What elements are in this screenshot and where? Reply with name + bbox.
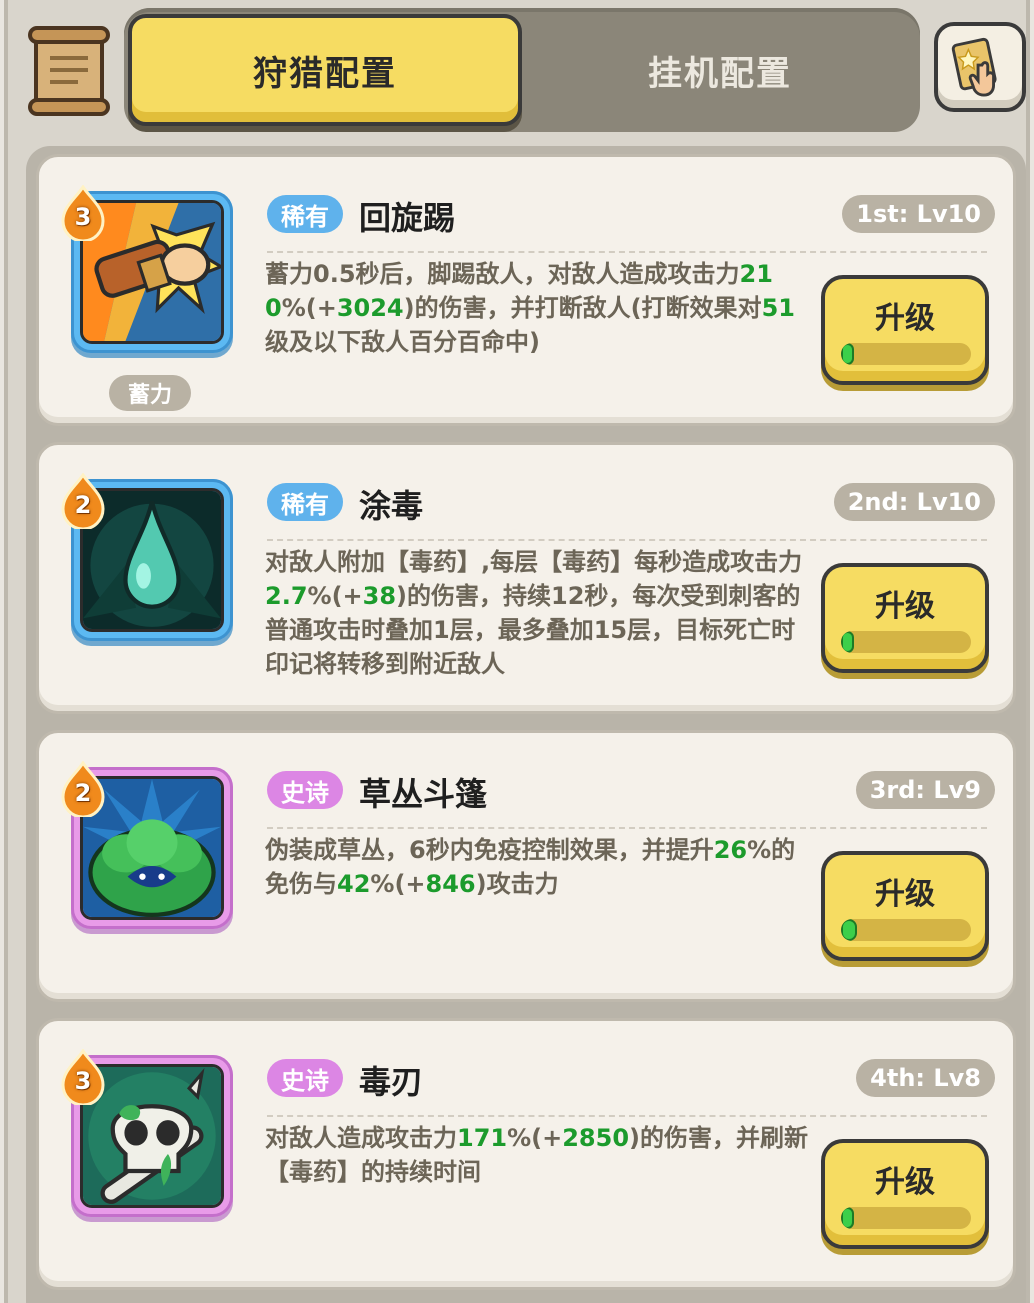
highlight-value: 26	[713, 836, 748, 864]
highlight-value: 2.7	[265, 582, 308, 610]
desc-text: %(+	[307, 582, 363, 610]
skill-description: 对敌人附加【毒药】,每层【毒药】每秒造成攻击力2.7%(+38)的伤害，持续12…	[265, 545, 813, 681]
skill-description: 蓄力0.5秒后，脚踢敌人，对敌人造成攻击力210%(+3024)的伤害，并打断敌…	[265, 257, 813, 359]
upgrade-button[interactable]: 升级	[821, 275, 989, 385]
skill-name: 毒刃	[359, 1063, 424, 1101]
highlight-value: 846	[425, 870, 476, 898]
scroll-icon[interactable]	[26, 24, 112, 118]
progress-fill	[841, 919, 857, 941]
desc-text: 蓄力0.5秒后，脚踢敌人，对敌人造成攻击力	[265, 260, 740, 288]
tab-hunt-config[interactable]: 狩猎配置	[128, 14, 522, 126]
desc-text: )攻击力	[475, 870, 559, 898]
highlight-value: 42	[337, 870, 371, 898]
skill-name: 草丛斗篷	[359, 775, 488, 813]
skill-card: 3 史诗 毒刃 4th: Lv8 对敌人造成攻击力171%(+2850)的伤害，…	[36, 1018, 1016, 1290]
guide-button[interactable]	[934, 22, 1026, 112]
cost-value: 2	[74, 491, 92, 519]
skill-card: 2 稀有 涂毒 2nd: Lv10 对敌人附加【毒药】,每层【毒药】每秒造成攻击…	[36, 442, 1016, 714]
highlight-value: 3024	[336, 294, 404, 322]
rarity-badge: 史诗	[267, 771, 343, 809]
cost-badge: 3	[61, 1048, 105, 1107]
upgrade-label: 升级	[875, 301, 935, 336]
tap-guide-icon	[951, 37, 997, 97]
slot-level-badge: 2nd: Lv10	[833, 483, 995, 521]
progress-fill	[841, 631, 854, 653]
desc-text: 级及以下敌人百分百命中)	[265, 328, 540, 356]
slot-level-badge: 3rd: Lv9	[855, 771, 995, 809]
cost-value: 2	[74, 779, 92, 807]
progress-fill	[841, 1207, 854, 1229]
skill-panel: 狩猎配置 挂机配置 3 蓄力 稀有 回旋踢 1st: Lv10 蓄力0.5秒后，…	[4, 0, 1030, 1303]
cost-value: 3	[74, 1067, 92, 1095]
desc-text: %(+	[507, 1124, 563, 1152]
skill-card: 2 史诗 草丛斗篷 3rd: Lv9 伪装成草丛，6秒内免疫控制效果，并提升26…	[36, 730, 1016, 1002]
upgrade-label: 升级	[875, 589, 935, 624]
desc-text: )的伤害，并打断敌人(打断效果对	[403, 294, 762, 322]
divider	[267, 251, 987, 253]
divider	[267, 827, 987, 829]
skill-card: 3 蓄力 稀有 回旋踢 1st: Lv10 蓄力0.5秒后，脚踢敌人，对敌人造成…	[36, 154, 1016, 426]
skill-description: 伪装成草丛，6秒内免疫控制效果，并提升26%的免伤与42%(+846)攻击力	[265, 833, 813, 901]
upgrade-button[interactable]: 升级	[821, 851, 989, 961]
cost-badge: 2	[61, 472, 105, 531]
rarity-badge: 稀有	[267, 195, 343, 233]
upgrade-label: 升级	[875, 1165, 935, 1200]
skill-name: 涂毒	[359, 487, 424, 525]
config-tabs: 狩猎配置 挂机配置	[124, 8, 920, 132]
progress-fill	[841, 343, 854, 365]
cost-badge: 3	[61, 184, 105, 243]
upgrade-button[interactable]: 升级	[821, 1139, 989, 1249]
desc-text: 伪装成草丛，6秒内免疫控制效果，并提升	[265, 836, 714, 864]
rarity-badge: 稀有	[267, 483, 343, 521]
skill-name: 回旋踢	[359, 199, 456, 237]
tab-idle-config[interactable]: 挂机配置	[524, 14, 916, 126]
upgrade-label: 升级	[875, 877, 935, 912]
slot-level-badge: 4th: Lv8	[856, 1059, 995, 1097]
slot-level-badge: 1st: Lv10	[842, 195, 995, 233]
highlight-value: 51	[761, 294, 795, 322]
cost-value: 3	[74, 203, 92, 231]
highlight-value: 38	[362, 582, 397, 610]
upgrade-progress-bar	[841, 631, 971, 653]
cost-badge: 2	[61, 760, 105, 819]
divider	[267, 539, 987, 541]
desc-text: 对敌人附加【毒药】,每层【毒药】每秒造成攻击力	[265, 548, 803, 576]
highlight-value: 2850	[562, 1124, 630, 1152]
upgrade-progress-bar	[841, 919, 971, 941]
upgrade-progress-bar	[841, 1207, 971, 1229]
skill-description: 对敌人造成攻击力171%(+2850)的伤害，并刷新【毒药】的持续时间	[265, 1121, 813, 1189]
skill-tag: 蓄力	[109, 375, 191, 411]
skill-list: 3 蓄力 稀有 回旋踢 1st: Lv10 蓄力0.5秒后，脚踢敌人，对敌人造成…	[26, 146, 1026, 1303]
divider	[267, 1115, 987, 1117]
desc-text: 对敌人造成攻击力	[265, 1124, 457, 1152]
highlight-value: 171	[457, 1124, 508, 1152]
desc-text: %(+	[370, 870, 426, 898]
upgrade-progress-bar	[841, 343, 971, 365]
rarity-badge: 史诗	[267, 1059, 343, 1097]
desc-text: %(+	[281, 294, 337, 322]
upgrade-button[interactable]: 升级	[821, 563, 989, 673]
